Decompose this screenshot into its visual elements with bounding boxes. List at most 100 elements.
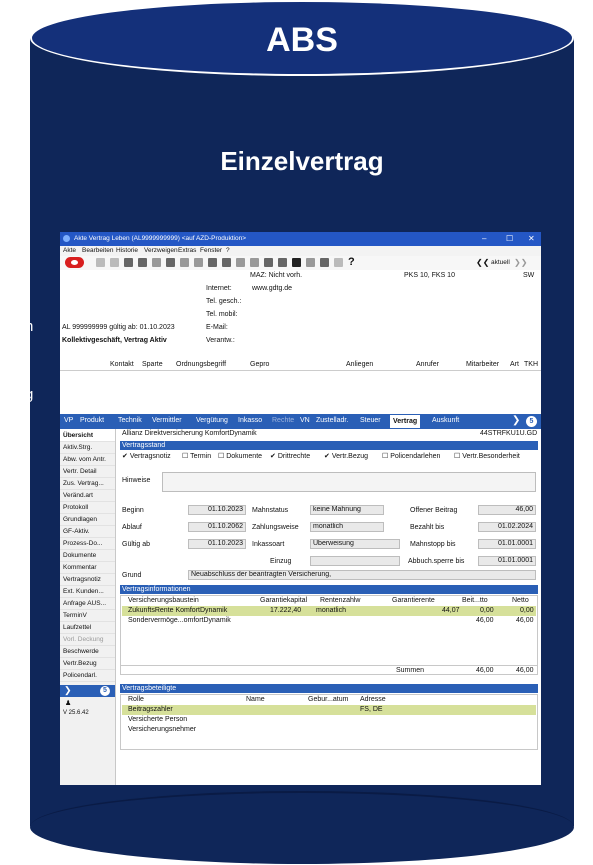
tab-vn[interactable]: VN	[300, 417, 310, 424]
vb-col-name[interactable]: Name	[246, 696, 265, 703]
chevron-right-icon[interactable]: ❯	[512, 415, 520, 426]
view-eye-icon[interactable]	[65, 257, 84, 268]
vi-col-netto[interactable]: Netto	[512, 597, 529, 604]
new-icon[interactable]	[96, 258, 105, 267]
favorite-icon[interactable]	[180, 258, 189, 267]
tools-icon[interactable]	[292, 258, 301, 267]
tab-technik[interactable]: Technik	[118, 417, 142, 424]
zahlungsweise-field[interactable]: monatlich	[310, 522, 384, 532]
vi-col-garantierente[interactable]: Garantierente	[392, 597, 435, 604]
summen-beitrag: 46,00	[476, 667, 494, 674]
nav-current[interactable]: aktuell	[491, 259, 510, 266]
tab-verguetung[interactable]: Vergütung	[196, 417, 228, 424]
trash-icon[interactable]	[194, 258, 203, 267]
settings-icon[interactable]	[250, 258, 259, 267]
chevron-right-icon[interactable]: ❯	[64, 685, 72, 696]
vi-cell: 46,00	[516, 617, 534, 624]
pks-text: PKS 10, FKS 10	[404, 272, 455, 279]
tab-steuer[interactable]: Steuer	[360, 417, 381, 424]
tab-auskunft[interactable]: Auskunft	[432, 417, 459, 424]
person-icon[interactable]	[278, 258, 287, 267]
hinweise-field[interactable]	[162, 472, 536, 492]
nav-policendarl[interactable]: Policendarl.	[60, 669, 115, 682]
col-kontakt[interactable]: Kontakt	[110, 361, 134, 368]
einzug-field[interactable]	[310, 556, 400, 566]
col-sparte[interactable]: Sparte	[142, 361, 163, 368]
toolbar: ? ❮❮ aktuell ❯❯	[60, 256, 541, 271]
vi-col-rentenzahlw[interactable]: Rentenzahlw	[320, 597, 360, 604]
calc-icon[interactable]	[152, 258, 161, 267]
col-anliegen[interactable]: Anliegen	[346, 361, 373, 368]
col-art[interactable]: Art	[510, 361, 519, 368]
tab-zustelladr[interactable]: Zustelladr.	[316, 417, 348, 424]
col-ordnungsbegriff[interactable]: Ordnungsbegriff	[176, 361, 226, 368]
beginn-field[interactable]: 01.10.2023	[188, 505, 246, 515]
menu-fenster[interactable]: Fenster	[200, 247, 222, 254]
nav-expand-bar[interactable]: ❯ 5	[60, 685, 115, 697]
check-vertragsnotiz[interactable]: ✔ Vertragsnotiz	[122, 452, 171, 460]
vi-col-beitto[interactable]: Beit...tto	[462, 597, 488, 604]
print-icon[interactable]	[124, 258, 133, 267]
mahnstatus-field[interactable]: keine Mahnung	[310, 505, 384, 515]
ablauf-field[interactable]: 01.10.2062	[188, 522, 246, 532]
vi-cell: 0,00	[520, 607, 534, 614]
mahnstopp-field[interactable]: 01.01.0001	[478, 539, 536, 549]
menu-extras[interactable]: Extras	[178, 247, 196, 254]
nav-back-icon[interactable]: ❮❮	[476, 258, 489, 267]
registered-icon[interactable]	[236, 258, 245, 267]
section-beteiligte: Vertragsbeteiligte	[120, 684, 538, 693]
help-icon[interactable]: ?	[348, 256, 355, 268]
copy2-icon[interactable]	[334, 258, 343, 267]
menu-verzweigen[interactable]: Verzweigen	[144, 247, 178, 254]
vb-col-geburtsdatum[interactable]: Gebur...atum	[308, 696, 348, 703]
offener-field[interactable]: 46,00	[478, 505, 536, 515]
menu-bearbeiten[interactable]: Bearbeiten	[82, 247, 113, 254]
ablauf-label: Ablauf	[122, 524, 142, 531]
col-tkh[interactable]: TKH	[524, 361, 538, 368]
tab-produkt[interactable]: Produkt	[80, 417, 104, 424]
maximize-icon[interactable]: ☐	[506, 234, 513, 243]
tab-inkasso[interactable]: Inkasso	[238, 417, 262, 424]
tab-vermittler[interactable]: Vermittler	[152, 417, 182, 424]
menu-help[interactable]: ?	[226, 247, 230, 254]
nav-forward-icon[interactable]: ❯❯	[514, 258, 527, 267]
check-drittrechte[interactable]: ✔ Drittrechte	[270, 452, 310, 460]
internet-value[interactable]: www.gdtg.de	[252, 285, 292, 292]
check-termin[interactable]: ☐ Termin	[182, 452, 211, 460]
col-gepro[interactable]: Gepro	[250, 361, 269, 368]
col-anrufer[interactable]: Anrufer	[416, 361, 439, 368]
hinweise-label: Hinweise	[122, 477, 151, 484]
abbuch-field[interactable]: 01.01.0001	[478, 556, 536, 566]
check-policendarlehen[interactable]: ☐ Policendarlehen	[382, 452, 440, 460]
close-icon[interactable]: ✕	[528, 234, 535, 243]
vb-col-adresse[interactable]: Adresse	[360, 696, 386, 703]
copy-icon[interactable]	[110, 258, 119, 267]
menu-akte[interactable]: Akte	[63, 247, 76, 254]
vi-col-garantiekapital[interactable]: Garantiekapital	[260, 597, 307, 604]
inkassoart-field[interactable]: Überweisung	[310, 539, 400, 549]
check-dokumente[interactable]: ☐ Dokumente	[218, 452, 262, 460]
check-vertr-bezug[interactable]: ✔ Vertr.Bezug	[324, 452, 368, 460]
grund-field[interactable]: Neuabschluss der beantragten Versicherun…	[188, 570, 536, 580]
col-mitarbeiter[interactable]: Mitarbeiter	[466, 361, 499, 368]
people-icon[interactable]	[320, 258, 329, 267]
account-text: AL 999999999 gültig ab: 01.10.2023	[62, 324, 175, 331]
chart-icon[interactable]	[306, 258, 315, 267]
offener-label: Offener Beitrag	[410, 507, 458, 514]
vb-row-highlight	[122, 705, 536, 715]
bezahlt-field[interactable]: 01.02.2024	[478, 522, 536, 532]
mail-icon[interactable]	[138, 258, 147, 267]
menu-historie[interactable]: Historie	[116, 247, 138, 254]
tab-rechte[interactable]: Rechte	[272, 417, 294, 424]
check-vertr-besonderheit[interactable]: ☐ Vertr.Besonderheit	[454, 452, 520, 460]
calculator-icon[interactable]	[264, 258, 273, 267]
gueltig-field[interactable]: 01.10.2023	[188, 539, 246, 549]
tab-vertrag[interactable]: Vertrag	[390, 415, 421, 428]
document-icon[interactable]	[208, 258, 217, 267]
save-icon[interactable]	[166, 258, 175, 267]
vi-col-baustein[interactable]: Versicherungsbaustein	[128, 597, 199, 604]
tab-vp[interactable]: VP	[64, 417, 73, 424]
folder-icon[interactable]	[222, 258, 231, 267]
minimize-icon[interactable]: –	[482, 234, 486, 243]
vb-col-rolle[interactable]: Rolle	[128, 696, 144, 703]
